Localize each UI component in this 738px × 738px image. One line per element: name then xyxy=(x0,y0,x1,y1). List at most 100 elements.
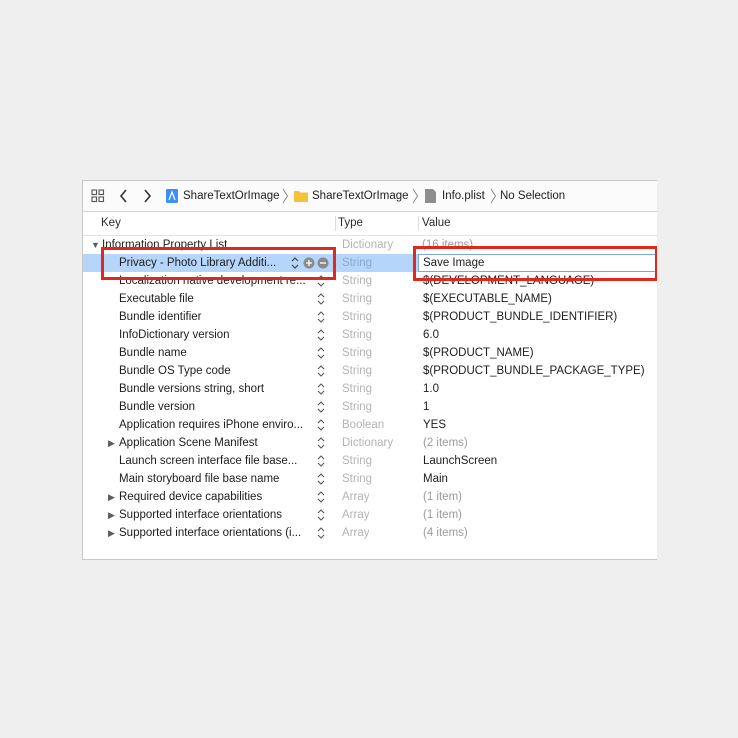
key-stepper-icon[interactable] xyxy=(316,471,326,487)
row-key: Launch screen interface file base... xyxy=(119,455,298,467)
disclosure-collapsed-icon[interactable]: ▶ xyxy=(108,524,115,542)
row-value: LaunchScreen xyxy=(423,455,498,467)
table-row[interactable]: ▶ Application Scene Manifest Dictionary … xyxy=(83,434,657,452)
row-type: String xyxy=(342,293,373,305)
row-type: Dictionary xyxy=(342,239,394,251)
breadcrumb-file[interactable]: Info.plist xyxy=(442,181,485,211)
forward-icon[interactable] xyxy=(142,181,152,211)
row-value: (4 items) xyxy=(423,527,468,539)
row-key: Supported interface orientations (i... xyxy=(119,527,302,539)
key-stepper-icon[interactable] xyxy=(316,525,326,541)
row-type: Boolean xyxy=(342,419,385,431)
table-row[interactable]: Launch screen interface file base... Str… xyxy=(83,452,657,470)
row-value: (2 items) xyxy=(423,437,468,449)
key-stepper-icon[interactable] xyxy=(316,291,326,307)
row-key: Main storyboard file base name xyxy=(119,473,280,485)
row-key: Executable file xyxy=(119,293,194,305)
row-key: Bundle name xyxy=(119,347,187,359)
column-type[interactable]: Type xyxy=(338,212,363,235)
row-type: String xyxy=(342,473,373,485)
xcode-project-icon xyxy=(165,181,179,211)
table-row[interactable]: Bundle version String 1 xyxy=(83,398,657,416)
column-divider[interactable] xyxy=(335,216,336,231)
breadcrumb-selection[interactable]: No Selection xyxy=(500,181,565,211)
table-row[interactable]: Bundle versions string, short String 1.0 xyxy=(83,380,657,398)
row-type: String xyxy=(342,455,373,467)
row-value: (1 item) xyxy=(423,509,462,521)
disclosure-collapsed-icon[interactable]: ▶ xyxy=(108,506,115,524)
row-key: Bundle identifier xyxy=(119,311,202,323)
row-key: Required device capabilities xyxy=(119,491,263,503)
row-type: String xyxy=(342,347,373,359)
key-stepper-icon[interactable] xyxy=(316,435,326,451)
row-key: Bundle versions string, short xyxy=(119,383,265,395)
column-value[interactable]: Value xyxy=(422,212,451,235)
column-key[interactable]: Key xyxy=(101,212,121,235)
row-key: InfoDictionary version xyxy=(119,329,230,341)
jump-bar: ShareTextOrImage ShareTextOrImage Info.p… xyxy=(83,181,657,212)
breadcrumb-project[interactable]: ShareTextOrImage xyxy=(183,181,280,211)
row-type: Array xyxy=(342,527,370,539)
column-header: Key Type Value xyxy=(83,212,657,236)
row-value: $(PRODUCT_NAME) xyxy=(423,347,534,359)
row-type: String xyxy=(342,311,373,323)
row-key: Application requires iPhone enviro... xyxy=(119,419,304,431)
key-stepper-icon[interactable] xyxy=(316,453,326,469)
key-stepper-icon[interactable] xyxy=(316,399,326,415)
highlight-value-box xyxy=(413,246,657,281)
table-row[interactable]: Bundle OS Type code String $(PRODUCT_BUN… xyxy=(83,362,657,380)
table-row[interactable]: Executable file String $(EXECUTABLE_NAME… xyxy=(83,290,657,308)
row-value: 6.0 xyxy=(423,329,439,341)
key-stepper-icon[interactable] xyxy=(316,489,326,505)
table-row[interactable]: Application requires iPhone enviro... Bo… xyxy=(83,416,657,434)
back-icon[interactable] xyxy=(119,181,129,211)
breadcrumb-separator-icon xyxy=(412,181,419,211)
row-type: String xyxy=(342,275,373,287)
table-row[interactable]: Bundle name String $(PRODUCT_NAME) xyxy=(83,344,657,362)
key-stepper-icon[interactable] xyxy=(316,417,326,433)
row-value: 1.0 xyxy=(423,383,439,395)
disclosure-collapsed-icon[interactable]: ▶ xyxy=(108,434,115,452)
row-type: String xyxy=(342,383,373,395)
key-stepper-icon[interactable] xyxy=(316,381,326,397)
row-key: Bundle OS Type code xyxy=(119,365,231,377)
plist-editor: ShareTextOrImage ShareTextOrImage Info.p… xyxy=(82,180,657,560)
table-row[interactable]: ▶ Required device capabilities Array (1 … xyxy=(83,488,657,506)
row-value: 1 xyxy=(423,401,430,413)
row-type[interactable]: String xyxy=(342,254,372,272)
row-value: Main xyxy=(423,473,448,485)
breadcrumb-group[interactable]: ShareTextOrImage xyxy=(312,181,409,211)
key-stepper-icon[interactable] xyxy=(316,327,326,343)
row-type: Array xyxy=(342,491,370,503)
row-type: String xyxy=(342,365,373,377)
row-value: $(EXECUTABLE_NAME) xyxy=(423,293,552,305)
breadcrumb-separator-icon xyxy=(282,181,289,211)
column-divider[interactable] xyxy=(418,216,419,231)
row-key: Bundle version xyxy=(119,401,196,413)
key-stepper-icon[interactable] xyxy=(316,507,326,523)
disclosure-collapsed-icon[interactable]: ▶ xyxy=(108,488,115,506)
row-type: Dictionary xyxy=(342,437,394,449)
key-stepper-icon[interactable] xyxy=(316,345,326,361)
breadcrumb-separator-icon xyxy=(490,181,497,211)
row-key: Application Scene Manifest xyxy=(119,437,258,449)
disclosure-expanded-icon[interactable]: ▼ xyxy=(91,236,100,254)
table-row[interactable]: ▶ Supported interface orientations Array… xyxy=(83,506,657,524)
row-value: (1 item) xyxy=(423,491,462,503)
key-stepper-icon[interactable] xyxy=(316,309,326,325)
related-items-icon[interactable] xyxy=(91,181,105,211)
table-row[interactable]: ▶ Supported interface orientations (i...… xyxy=(83,524,657,542)
plist-file-icon xyxy=(424,181,437,211)
table-row[interactable]: InfoDictionary version String 6.0 xyxy=(83,326,657,344)
key-stepper-icon[interactable] xyxy=(316,363,326,379)
row-key: Supported interface orientations xyxy=(119,509,283,521)
highlight-key-box xyxy=(101,247,336,280)
folder-icon xyxy=(293,181,309,211)
table-row[interactable]: Main storyboard file base name String Ma… xyxy=(83,470,657,488)
row-type: String xyxy=(342,401,373,413)
row-value: $(PRODUCT_BUNDLE_IDENTIFIER) xyxy=(423,311,618,323)
row-value: $(PRODUCT_BUNDLE_PACKAGE_TYPE) xyxy=(423,365,645,377)
row-value: YES xyxy=(423,419,447,431)
table-row[interactable]: Bundle identifier String $(PRODUCT_BUNDL… xyxy=(83,308,657,326)
row-type: String xyxy=(342,329,373,341)
